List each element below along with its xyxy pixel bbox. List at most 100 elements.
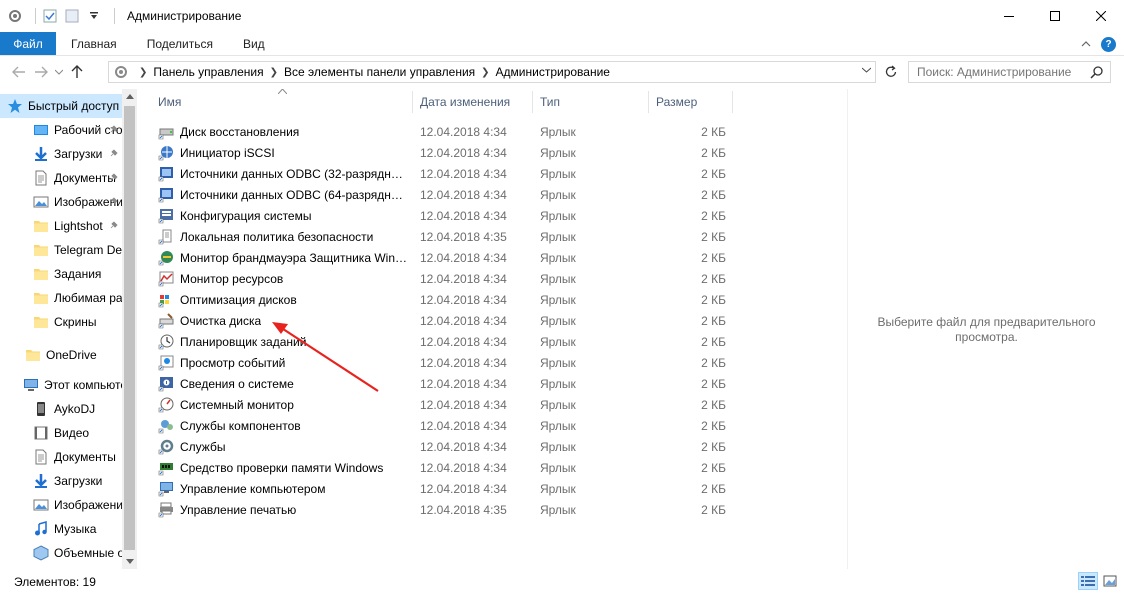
file-name-cell[interactable]: Источники данных ODBC (32-разрядная верс… bbox=[158, 163, 408, 184]
file-row[interactable]: Монитор брандмауэра Защитника Windows 12.… bbox=[150, 247, 847, 268]
breadcrumb-all-items[interactable]: Все элементы панели управления bbox=[284, 65, 475, 79]
nav-item[interactable]: Документы bbox=[0, 445, 122, 469]
file-name-cell[interactable]: Локальная политика безопасности bbox=[158, 226, 408, 247]
new-folder-icon[interactable] bbox=[64, 8, 80, 24]
recent-locations-button[interactable] bbox=[52, 61, 66, 83]
file-row[interactable]: Средство проверки памяти Windows 12.04.20… bbox=[150, 457, 847, 478]
file-type: Ярлык bbox=[540, 460, 576, 475]
address-dropdown-icon[interactable] bbox=[861, 65, 872, 76]
navigation-scrollbar[interactable] bbox=[122, 89, 137, 569]
nav-item[interactable]: OneDrive bbox=[0, 343, 122, 367]
file-name-cell[interactable]: Источники данных ODBC (64-разрядная верс… bbox=[158, 184, 408, 205]
customize-toolbar-dropdown-icon[interactable] bbox=[86, 8, 102, 24]
file-row[interactable]: Источники данных ODBC (32-разрядная верс… bbox=[150, 163, 847, 184]
file-name-cell[interactable]: Управление компьютером bbox=[158, 478, 408, 499]
file-name-cell[interactable]: Сведения о системе bbox=[158, 373, 408, 394]
nav-item[interactable]: Быстрый доступ bbox=[0, 94, 122, 118]
chevron-right-icon[interactable]: ❯ bbox=[481, 67, 489, 78]
chevron-right-icon[interactable]: ❯ bbox=[139, 67, 147, 78]
tab-file[interactable]: Файл bbox=[0, 32, 56, 55]
nav-item[interactable]: Lightshot bbox=[0, 214, 122, 238]
tab-home[interactable]: Главная bbox=[56, 32, 132, 55]
nav-item[interactable]: Музыка bbox=[0, 517, 122, 541]
file-row[interactable]: Монитор ресурсов 12.04.2018 4:34 Ярлык 2 КБ bbox=[150, 268, 847, 289]
file-row[interactable]: Диск восстановления 12.04.2018 4:34 Ярлык 2… bbox=[150, 121, 847, 142]
help-button[interactable]: ? bbox=[1101, 36, 1116, 52]
file-row[interactable]: Службы 12.04.2018 4:34 Ярлык 2 КБ bbox=[150, 436, 847, 457]
nav-item[interactable]: Изображения bbox=[0, 190, 122, 214]
minimize-button[interactable] bbox=[986, 0, 1032, 32]
chevron-right-icon[interactable]: ❯ bbox=[270, 67, 278, 78]
maximize-icon bbox=[1050, 11, 1060, 21]
nav-item[interactable]: Задания bbox=[0, 262, 122, 286]
file-name-cell[interactable]: Монитор ресурсов bbox=[158, 268, 408, 289]
file-name-cell[interactable]: Очистка диска bbox=[158, 310, 408, 331]
file-row[interactable]: Управление компьютером 12.04.2018 4:34 Ярл… bbox=[150, 478, 847, 499]
nav-item[interactable]: AykoDJ bbox=[0, 397, 122, 421]
file-row[interactable]: Инициатор iSCSI 12.04.2018 4:34 Ярлык 2 КБ bbox=[150, 142, 847, 163]
file-name-cell[interactable]: Просмотр событий bbox=[158, 352, 408, 373]
nav-item[interactable]: Загрузки bbox=[0, 469, 122, 493]
nav-item[interactable]: Рабочий стол bbox=[0, 118, 122, 142]
file-name-cell[interactable]: Средство проверки памяти Windows bbox=[158, 457, 408, 478]
refresh-button[interactable] bbox=[880, 61, 902, 83]
file-row[interactable]: Конфигурация системы 12.04.2018 4:34 Ярлык… bbox=[150, 205, 847, 226]
file-name-cell[interactable]: Службы bbox=[158, 436, 408, 457]
address-bar[interactable]: ❯ Панель управления ❯ Все элементы панел… bbox=[108, 61, 876, 83]
file-name-cell[interactable]: Планировщик заданий bbox=[158, 331, 408, 352]
breadcrumb-control-panel[interactable]: Панель управления bbox=[153, 65, 263, 79]
forward-button[interactable] bbox=[30, 61, 52, 83]
search-box[interactable] bbox=[908, 61, 1111, 83]
maximize-button[interactable] bbox=[1032, 0, 1078, 32]
back-button[interactable] bbox=[8, 61, 30, 83]
up-button[interactable] bbox=[66, 61, 88, 83]
column-header-type[interactable]: Тип bbox=[532, 89, 648, 115]
tab-view[interactable]: Вид bbox=[228, 32, 280, 55]
large-icons-view-button[interactable] bbox=[1100, 572, 1120, 590]
nav-item[interactable]: Любимая работа bbox=[0, 286, 122, 310]
nav-item[interactable]: Объемные объекты bbox=[0, 541, 122, 565]
file-name-cell[interactable]: Управление печатью bbox=[158, 499, 408, 520]
file-name-cell[interactable]: Конфигурация системы bbox=[158, 205, 408, 226]
file-name-cell[interactable]: Системный монитор bbox=[158, 394, 408, 415]
file-row[interactable]: Управление печатью 12.04.2018 4:35 Ярлык 2 … bbox=[150, 499, 847, 520]
details-view-button[interactable] bbox=[1078, 572, 1098, 590]
nav-item[interactable]: Telegram Desktop bbox=[0, 238, 122, 262]
properties-icon[interactable] bbox=[42, 8, 58, 24]
nav-item[interactable]: Видео bbox=[0, 421, 122, 445]
column-divider[interactable] bbox=[732, 91, 733, 113]
nav-item[interactable]: Документы bbox=[0, 166, 122, 190]
nav-item[interactable]: Изображения bbox=[0, 493, 122, 517]
search-icon[interactable] bbox=[1090, 65, 1104, 82]
tab-share[interactable]: Поделиться bbox=[132, 32, 228, 55]
file-name-cell[interactable]: Инициатор iSCSI bbox=[158, 142, 408, 163]
breadcrumb-administration[interactable]: Администрирование bbox=[496, 65, 610, 79]
file-row[interactable]: Системный монитор 12.04.2018 4:34 Ярлык 2 К… bbox=[150, 394, 847, 415]
column-header-name[interactable]: Имя bbox=[150, 89, 412, 115]
file-row[interactable]: Просмотр событий 12.04.2018 4:34 Ярлык 2 КБ bbox=[150, 352, 847, 373]
file-row[interactable]: Источники данных ODBC (64-разрядная верс… bbox=[150, 184, 847, 205]
nav-item[interactable]: Скрины bbox=[0, 310, 122, 334]
file-row[interactable]: Службы компонентов 12.04.2018 4:34 Ярлык 2 … bbox=[150, 415, 847, 436]
scroll-thumb[interactable] bbox=[124, 106, 135, 550]
file-name-cell[interactable]: Диск восстановления bbox=[158, 121, 408, 142]
nav-item[interactable]: Загрузки bbox=[0, 142, 122, 166]
file-row[interactable]: Очистка диска 12.04.2018 4:34 Ярлык 2 КБ bbox=[150, 310, 847, 331]
file-name-cell[interactable]: Службы компонентов bbox=[158, 415, 408, 436]
search-input[interactable] bbox=[917, 65, 1087, 79]
close-button[interactable] bbox=[1078, 0, 1124, 32]
file-row[interactable]: Планировщик заданий 12.04.2018 4:34 Ярлык 2… bbox=[150, 331, 847, 352]
column-header-size[interactable]: Размер bbox=[648, 89, 732, 115]
file-row[interactable]: Оптимизация дисков 12.04.2018 4:34 Ярлык 2 … bbox=[150, 289, 847, 310]
expand-ribbon-icon[interactable] bbox=[1081, 37, 1091, 51]
control-panel-icon[interactable] bbox=[7, 8, 23, 24]
file-name-cell[interactable]: Монитор брандмауэра Защитника Windows bbox=[158, 247, 408, 268]
nav-item[interactable]: Этот компьютер bbox=[0, 373, 122, 397]
file-name-cell[interactable]: Оптимизация дисков bbox=[158, 289, 408, 310]
file-name: Управление печатью bbox=[180, 502, 297, 517]
column-header-date[interactable]: Дата изменения bbox=[412, 89, 532, 115]
scroll-down-button[interactable] bbox=[122, 554, 137, 569]
file-row[interactable]: Сведения о системе 12.04.2018 4:34 Ярлык 2 … bbox=[150, 373, 847, 394]
scroll-up-button[interactable] bbox=[122, 89, 137, 104]
file-row[interactable]: Локальная политика безопасности 12.04.201… bbox=[150, 226, 847, 247]
